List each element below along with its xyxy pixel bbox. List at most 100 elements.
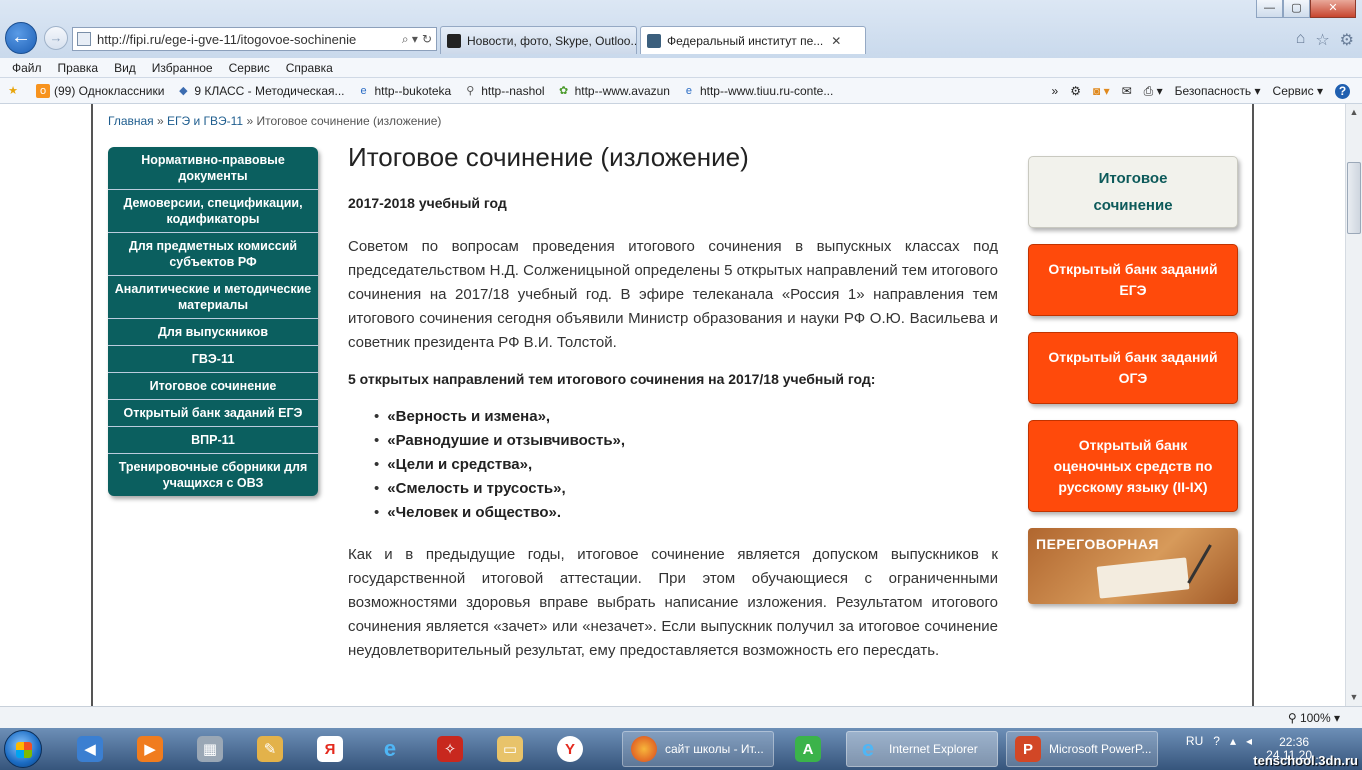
more-chevron[interactable]: » xyxy=(1052,84,1059,98)
tab-news[interactable]: Новости, фото, Skype, Outloo... xyxy=(440,26,637,54)
search-dropdown-icon[interactable]: ⌕ ▾ xyxy=(402,32,418,47)
fav-nashol[interactable]: ⚲ http--nashol xyxy=(463,84,544,98)
nav-subject-commissions[interactable]: Для предметных комиссий субъектов РФ xyxy=(108,233,318,276)
meeting-room-banner[interactable]: ПЕРЕГОВОРНАЯ xyxy=(1028,528,1238,604)
taskbar: ◀ ▶ ▦ ✎ Я e ✧ ▭ Y сайт школы - Ит... A e… xyxy=(0,728,1362,770)
scroll-up-icon[interactable]: ▲ xyxy=(1346,104,1362,121)
system-tray: RU ? ▴ ◂ xyxy=(1186,734,1252,748)
fav-tiuu[interactable]: e http--www.tiuu.ru-conte... xyxy=(682,84,833,98)
nav-vpr11[interactable]: ВПР-11 xyxy=(108,427,318,454)
page-border-left xyxy=(91,104,93,706)
nav-analytics[interactable]: Аналитические и методические материалы xyxy=(108,276,318,319)
tab-close-icon[interactable]: ✕ xyxy=(831,34,841,48)
breadcrumb-ege[interactable]: ЕГЭ и ГВЭ-11 xyxy=(167,114,243,128)
list-item: «Верность и измена», xyxy=(374,405,998,429)
magnifier-icon: ⚲ xyxy=(466,84,475,97)
fav-odnoklassniki[interactable]: о (99) Одноклассники xyxy=(36,83,165,98)
taskbar-acrobat[interactable]: ✧ xyxy=(422,731,478,767)
directions-heading: 5 открытых направлений тем итогового соч… xyxy=(348,371,876,387)
back-button[interactable]: ← xyxy=(5,22,37,54)
zoom-control[interactable]: ⚲ 100% ▾ xyxy=(1288,711,1340,725)
star-icon[interactable]: ☆ xyxy=(1315,30,1329,50)
minimize-button[interactable]: — xyxy=(1256,0,1283,18)
nav-graduates[interactable]: Для выпускников xyxy=(108,319,318,346)
essay-button[interactable]: Итоговое сочинение xyxy=(1028,156,1238,228)
help-icon[interactable]: ? xyxy=(1335,83,1350,99)
fav-bukoteka[interactable]: e http--bukoteka xyxy=(357,84,451,98)
task-firefox[interactable]: сайт школы - Ит... xyxy=(622,731,774,767)
gear-icon[interactable]: ⚙ xyxy=(1070,84,1081,98)
breadcrumb-home[interactable]: Главная xyxy=(108,114,154,128)
network-icon[interactable]: ▴ xyxy=(1230,734,1236,748)
refresh-icon[interactable]: ↻ xyxy=(422,32,432,46)
menu-tools[interactable]: Сервис xyxy=(229,61,270,75)
maximize-button[interactable]: ▢ xyxy=(1283,0,1310,18)
nav-training-ovz[interactable]: Тренировочные сборники для учащихся с ОВ… xyxy=(108,454,318,496)
fav-avazun[interactable]: ✿ http--www.avazun xyxy=(557,84,670,98)
list-item: «Смелость и трусость», xyxy=(374,477,998,501)
print-icon[interactable]: ⎙ ▾ xyxy=(1144,84,1163,99)
taskbar-yandex[interactable]: Я xyxy=(302,731,358,767)
arrow-right-icon: → xyxy=(49,30,63,45)
scroll-thumb[interactable] xyxy=(1347,162,1361,234)
breadcrumb: Главная » ЕГЭ и ГВЭ-11 » Итоговое сочине… xyxy=(108,114,441,128)
tab-fipi[interactable]: Федеральный институт пе... ✕ xyxy=(640,26,866,54)
taskbar-paint[interactable]: ✎ xyxy=(242,731,298,767)
open-bank-ege-button[interactable]: Открытый банк заданий ЕГЭ xyxy=(1028,244,1238,316)
open-bank-oge-button[interactable]: Открытый банк заданий ОГЭ xyxy=(1028,332,1238,404)
taskbar-calculator[interactable]: ▦ xyxy=(182,731,238,767)
nav-demo-versions[interactable]: Демоверсии, спецификации, кодификаторы xyxy=(108,190,318,233)
taskbar-ie[interactable]: e xyxy=(362,731,418,767)
taskbar-explorer[interactable]: ▭ xyxy=(482,731,538,767)
arrow-left-icon: ← xyxy=(11,26,31,48)
forward-button[interactable]: → xyxy=(44,26,68,50)
scroll-down-icon[interactable]: ▼ xyxy=(1346,689,1362,706)
speaker-icon: ◀ xyxy=(77,736,103,762)
close-button[interactable]: ✕ xyxy=(1310,0,1356,18)
taskbar-green-app[interactable]: A xyxy=(780,731,836,767)
firefox-icon xyxy=(631,736,657,762)
mail-icon[interactable]: ✉ xyxy=(1122,84,1132,98)
menu-edit[interactable]: Правка xyxy=(58,61,99,75)
windows-logo-icon xyxy=(16,742,32,758)
nav-open-bank-ege[interactable]: Открытый банк заданий ЕГЭ xyxy=(108,400,318,427)
taskbar-yandex-browser[interactable]: Y xyxy=(542,731,598,767)
task-powerpoint[interactable]: P Microsoft PowerP... xyxy=(1006,731,1158,767)
window-controls: — ▢ ✕ xyxy=(1256,0,1356,18)
breadcrumb-separator: » xyxy=(243,114,257,128)
taskbar-media[interactable]: ▶ xyxy=(122,731,178,767)
gear-icon[interactable]: ⚙ xyxy=(1340,30,1354,50)
browser-tool-icons: ⌂ ☆ ⚙ xyxy=(1296,30,1354,50)
taskbar-volume[interactable]: ◀ xyxy=(62,731,118,767)
start-button[interactable] xyxy=(4,730,42,768)
nav-final-essay[interactable]: Итоговое сочинение xyxy=(108,373,318,400)
nav-gve11[interactable]: ГВЭ-11 xyxy=(108,346,318,373)
ie-icon: e xyxy=(861,736,875,761)
address-bar[interactable]: http://fipi.ru/ege-i-gve-11/itogovoe-soc… xyxy=(72,27,437,51)
volume-icon[interactable]: ◂ xyxy=(1246,734,1252,748)
nav-normative-docs[interactable]: Нормативно-правовые документы xyxy=(108,147,318,190)
favorites-star[interactable]: ★ xyxy=(6,84,24,98)
fav-label: 9 КЛАСС - Методическая... xyxy=(194,83,345,98)
security-menu[interactable]: Безопасность ▾ xyxy=(1175,84,1261,98)
fav-label: (99) Одноклассники xyxy=(54,83,165,98)
task-internet-explorer[interactable]: e Internet Explorer xyxy=(846,731,998,767)
breadcrumb-separator: » xyxy=(153,114,168,128)
rss-icon[interactable]: ◙ ▾ xyxy=(1093,84,1110,98)
fipi-icon xyxy=(647,33,661,48)
menu-file[interactable]: Файл xyxy=(12,61,42,75)
home-icon[interactable]: ⌂ xyxy=(1296,30,1306,50)
menu-view[interactable]: Вид xyxy=(114,61,136,75)
media-player-icon: ▶ xyxy=(137,736,163,762)
list-item: «Цели и средства», xyxy=(374,453,998,477)
menu-help[interactable]: Справка xyxy=(286,61,333,75)
open-bank-russian-button[interactable]: Открытый банк оценочных средств по русск… xyxy=(1028,420,1238,512)
menu-favorites[interactable]: Избранное xyxy=(152,61,213,75)
help-icon[interactable]: ? xyxy=(1213,734,1220,748)
address-url[interactable]: http://fipi.ru/ege-i-gve-11/itogovoe-soc… xyxy=(97,32,398,47)
vertical-scrollbar[interactable]: ▲ ▼ xyxy=(1345,104,1362,706)
fav-9class[interactable]: ◆ 9 КЛАСС - Методическая... xyxy=(176,84,344,98)
language-indicator[interactable]: RU xyxy=(1186,734,1203,748)
service-menu[interactable]: Сервис ▾ xyxy=(1273,84,1323,98)
tab-label: Новости, фото, Skype, Outloo... xyxy=(467,33,637,48)
